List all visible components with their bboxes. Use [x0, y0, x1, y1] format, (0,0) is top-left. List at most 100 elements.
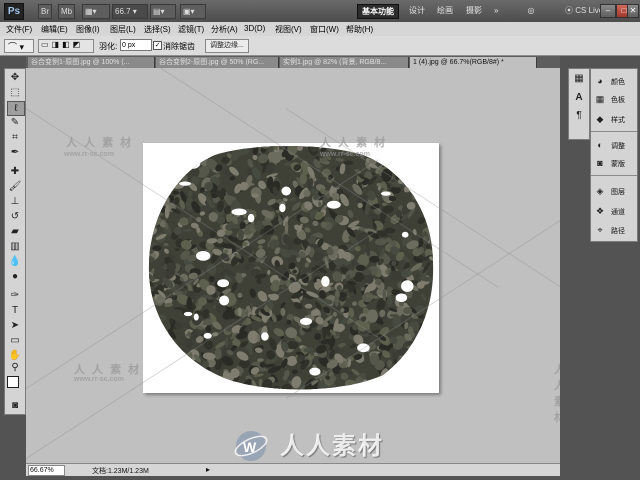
panel-dock-collapsed: ▦ A ¶: [568, 68, 590, 140]
shape-icon[interactable]: ▭: [7, 334, 23, 347]
gradient-icon[interactable]: ▥: [7, 240, 23, 253]
lasso-icon[interactable]: ℓ: [7, 101, 25, 116]
path-select-icon[interactable]: ➤: [7, 319, 23, 332]
menu-window[interactable]: 窗口(W): [310, 24, 339, 35]
channels-icon: ❖: [595, 206, 605, 216]
document-canvas[interactable]: [143, 143, 439, 393]
document-info: 文档:1.23M/1.23M: [92, 468, 149, 475]
canvas-workspace[interactable]: 人 人 素 材 www.rr-sc.com 人 人 素 材 www.rr-sc.…: [26, 68, 560, 463]
tab-document-4-active[interactable]: 1 (4).jpg @ 66.7%(RGB/8#) *: [410, 57, 537, 68]
tab-document-1[interactable]: 谷合变例1-原图.jpg @ 100% (...: [28, 57, 155, 68]
tool-preset-picker[interactable]: ⌒ ▾: [4, 39, 34, 53]
panel-styles[interactable]: ◆ 样式: [594, 111, 636, 127]
status-bar: 66.67% 文档:1.23M/1.23M ▸: [26, 463, 560, 476]
eyedropper-icon[interactable]: ✒: [7, 146, 23, 159]
watermark-logo: W: [234, 431, 268, 461]
watermark-brand: 人 人 素 材: [74, 364, 142, 376]
zoom-icon[interactable]: ⚲: [7, 361, 23, 374]
character-panel-icon[interactable]: A: [571, 91, 587, 104]
marquee-icon[interactable]: ⬚: [7, 86, 23, 99]
watermark-url-small: www.rr-sc.com: [320, 151, 370, 158]
panel-adjustments[interactable]: ◐ 调整: [594, 137, 636, 153]
menu-select[interactable]: 选择(S): [144, 24, 171, 35]
masks-icon: ◙: [597, 158, 603, 168]
watermark-brand: 人 人 素 材: [320, 137, 388, 149]
menu-view[interactable]: 视图(V): [275, 24, 302, 35]
swatches-icon: ▦: [595, 94, 605, 104]
menu-image[interactable]: 图像(I): [76, 24, 100, 35]
photoshop-logo: Ps: [4, 3, 24, 20]
type-icon[interactable]: T: [7, 304, 23, 317]
panel-dock: ◕ 颜色 ▦ 色板 ◆ 样式 ◐ 调整 ◙ 蒙版 ◈ 图层 ❖ 通道 ⌖ 路径: [590, 68, 638, 242]
workspace-painting[interactable]: 绘画: [433, 4, 457, 17]
antialias-label: 消除锯齿: [163, 42, 195, 51]
watermark-brand: 人 人 素 材: [554, 361, 560, 425]
styles-icon: ◆: [596, 114, 604, 124]
workspace-photography[interactable]: 摄影: [462, 4, 486, 17]
menu-edit[interactable]: 编辑(E): [41, 24, 68, 35]
quick-mask-icon[interactable]: ◙: [7, 399, 23, 412]
watermark-url-small: www.rr-sc.com: [74, 376, 124, 383]
close-button[interactable]: ✕: [627, 4, 639, 18]
menu-3d[interactable]: 3D(D): [244, 24, 265, 33]
screen-mode-button[interactable]: ▣▾: [180, 4, 206, 19]
refine-edge-button[interactable]: 调整边缘...: [205, 39, 249, 53]
panel-divider: [591, 175, 637, 176]
panel-color[interactable]: ◕ 颜色: [594, 73, 636, 89]
minimize-button[interactable]: –: [600, 4, 616, 18]
eraser-icon[interactable]: ▰: [7, 225, 23, 238]
panel-masks[interactable]: ◙ 蒙版: [594, 155, 636, 171]
paragraph-panel-icon[interactable]: ¶: [571, 109, 587, 122]
healing-icon[interactable]: ✚: [7, 165, 23, 178]
layers-icon: ◈: [596, 186, 604, 196]
antialias-checkbox[interactable]: ✓: [153, 41, 162, 50]
brush-icon[interactable]: 🖌: [7, 180, 23, 193]
document-tabs: 谷合变例1-原图.jpg @ 100% (... 谷合变例2-原图.jpg @ …: [26, 56, 560, 68]
foreground-color-swatch[interactable]: [7, 376, 19, 388]
history-brush-icon[interactable]: ↺: [7, 210, 23, 223]
selection-mode-buttons[interactable]: ▭◨◧◩: [38, 39, 94, 53]
menu-filter[interactable]: 滤镜(T): [178, 24, 204, 35]
blur-icon[interactable]: 💧: [7, 255, 23, 268]
paths-icon: ⌖: [597, 225, 603, 235]
feather-label: 羽化:: [99, 42, 118, 51]
tab-document-2[interactable]: 谷合变例2-原图.jpg @ 50% (RG...: [156, 57, 279, 68]
zoom-readout[interactable]: 66.67%: [28, 465, 65, 476]
panel-divider: [591, 131, 637, 132]
color-icon: ◕: [597, 76, 603, 86]
mini-bridge-button[interactable]: Mb: [58, 4, 76, 19]
panel-layers[interactable]: ◈ 图层: [594, 183, 636, 199]
panel-paths[interactable]: ⌖ 路径: [594, 222, 636, 238]
stamp-icon[interactable]: ⊥: [7, 195, 23, 208]
tools-panel: ✥ ⬚ ℓ ✎ ⌗ ✒ ✚ 🖌 ⊥ ↺ ▰ ▥ 💧 ● ✑ T ➤ ▭ ✋ ⚲ …: [4, 68, 26, 415]
crop-icon[interactable]: ⌗: [7, 131, 23, 144]
options-bar: ⌒ ▾ ▭◨◧◩ 羽化: ✓ 消除锯齿 调整边缘...: [0, 36, 640, 56]
menu-bar: 文件(F) 编辑(E) 图像(I) 图层(L) 选择(S) 滤镜(T) 分析(A…: [0, 22, 640, 37]
adjustments-icon: ◐: [597, 140, 603, 150]
feather-input[interactable]: [120, 39, 152, 51]
pen-icon[interactable]: ✑: [7, 289, 23, 302]
bridge-button[interactable]: Br: [38, 4, 52, 19]
application-bar: Ps Br Mb ▦▾ 66.7 ▾ ▤▾ ▣▾ 基本功能 设计 绘画 摄影 »…: [0, 0, 640, 41]
workspace-search-icon[interactable]: ◎: [520, 4, 542, 17]
panel-swatches[interactable]: ▦ 色板: [594, 91, 636, 107]
menu-help[interactable]: 帮助(H): [346, 24, 373, 35]
menu-layer[interactable]: 图层(L): [110, 24, 136, 35]
workspace-more-button[interactable]: »: [490, 4, 502, 17]
quick-select-icon[interactable]: ✎: [7, 116, 23, 129]
history-panel-icon[interactable]: ▦: [571, 72, 587, 85]
svg-text:W: W: [243, 439, 257, 455]
panel-channels[interactable]: ❖ 通道: [594, 203, 636, 219]
menu-file[interactable]: 文件(F): [6, 24, 32, 35]
arrange-documents-button[interactable]: ▤▾: [150, 4, 176, 19]
gravel-photo: [148, 146, 434, 390]
status-menu-arrow-icon[interactable]: ▸: [206, 465, 210, 474]
watermark-url-small: www.rr-sc.com: [64, 151, 114, 158]
watermark-brand: 人 人 素 材: [66, 137, 134, 149]
move-icon[interactable]: ✥: [7, 71, 23, 84]
zoom-level-dropdown[interactable]: 66.7 ▾: [112, 4, 148, 19]
view-extras-button[interactable]: ▦▾: [82, 4, 110, 19]
dodge-icon[interactable]: ●: [7, 270, 23, 283]
tab-document-3[interactable]: 实例1.jpg @ 82% (背景, RGB/8...: [280, 57, 409, 68]
menu-analysis[interactable]: 分析(A): [211, 24, 238, 35]
